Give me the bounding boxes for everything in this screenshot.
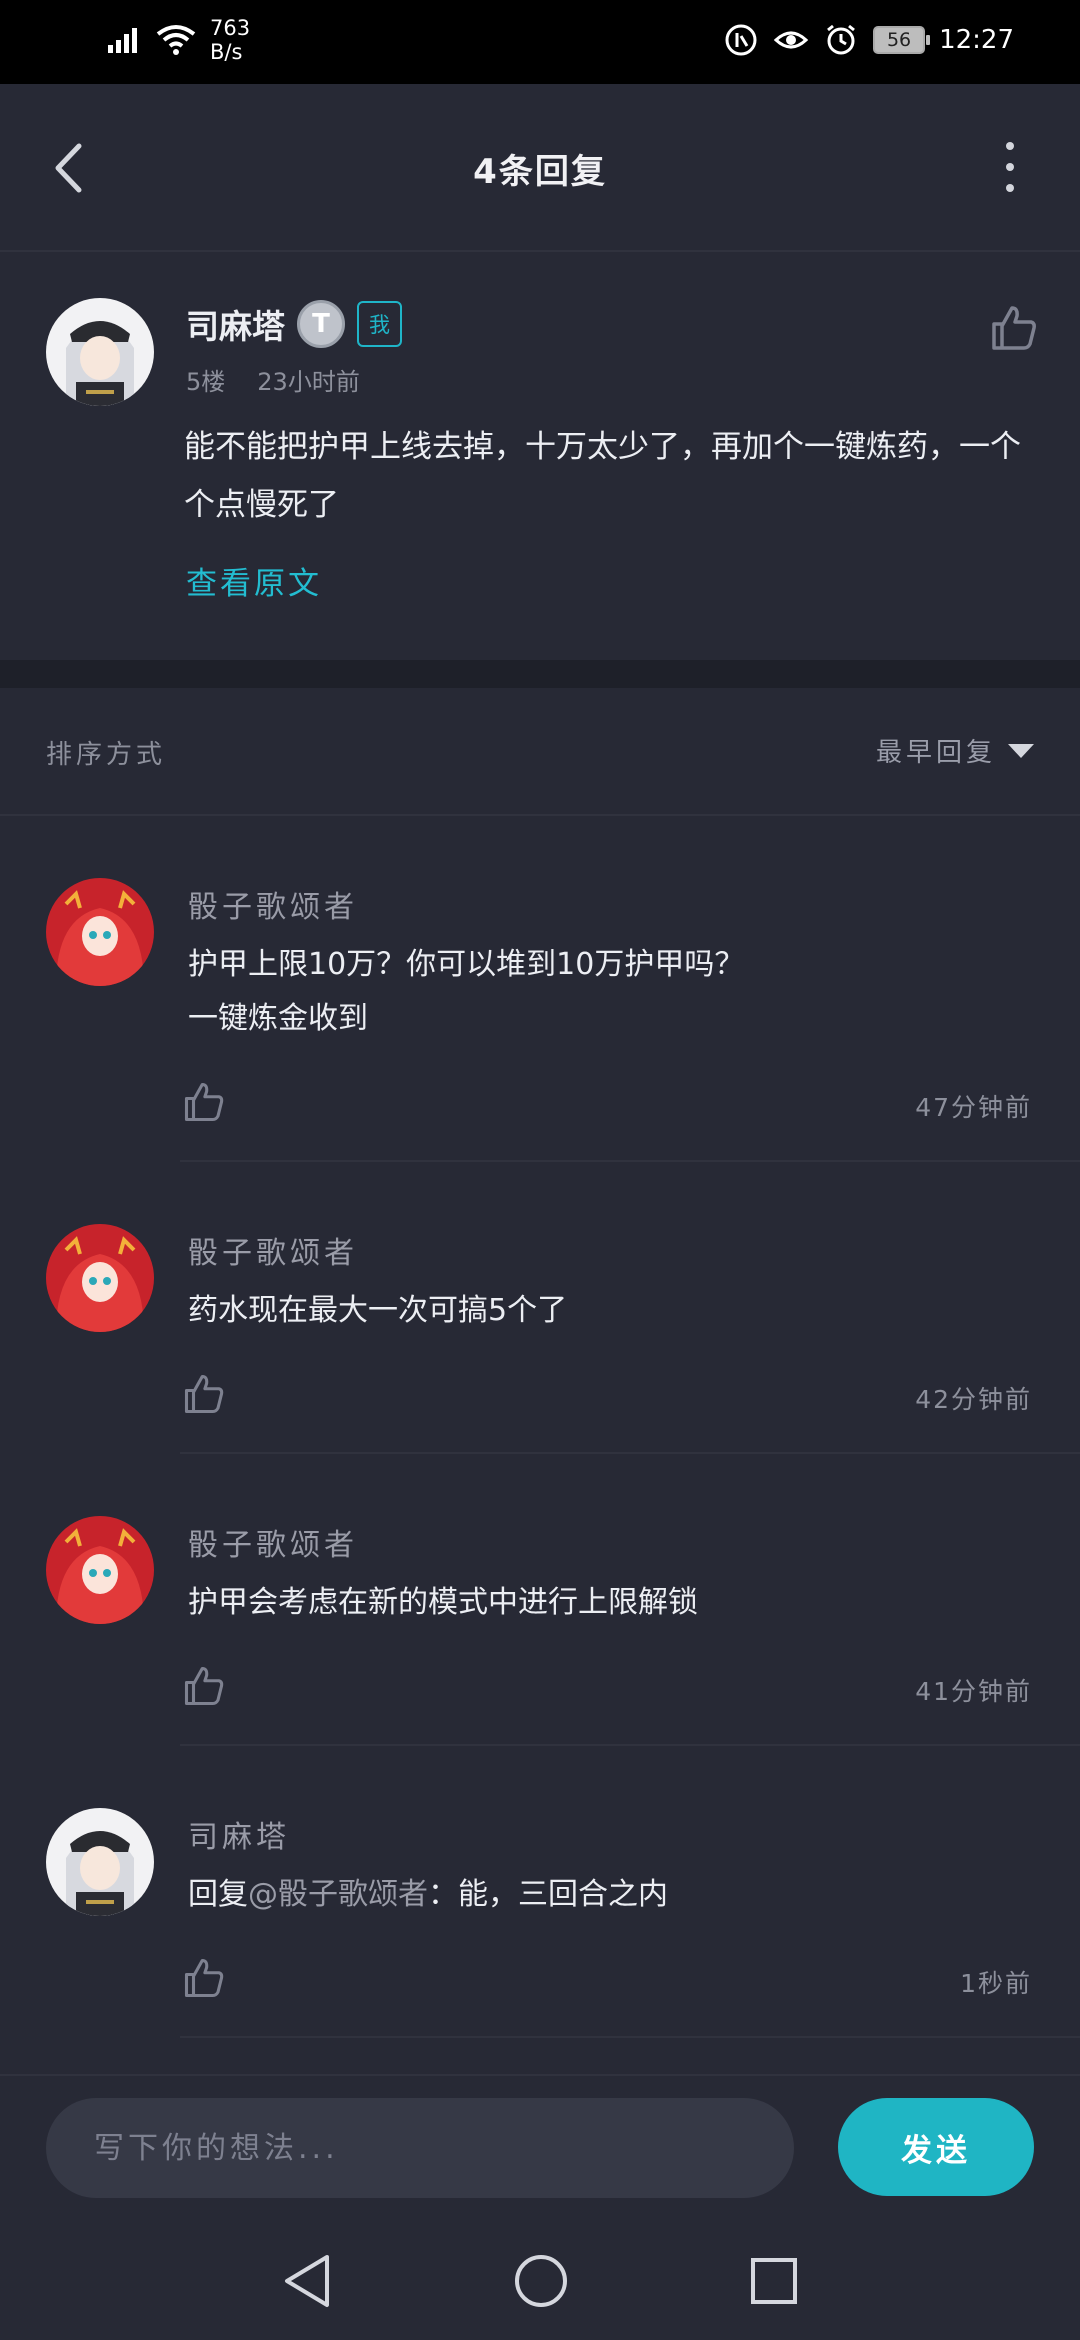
avatar[interactable] — [46, 1516, 154, 1624]
mention-link[interactable]: @骰子歌颂者 — [248, 1877, 428, 1912]
nav-recents-icon[interactable] — [749, 2256, 799, 2306]
status-bar: 763 B/s 56 12:27 — [0, 0, 1080, 84]
reply-time: 42分钟前 — [915, 1385, 1032, 1414]
reply-text: 回复@骰子歌颂者：能，三回合之内 — [188, 1868, 1048, 1922]
nav-back-icon[interactable] — [281, 2253, 333, 2309]
reply-input[interactable] — [46, 2098, 794, 2198]
network-speed: 763 B/s — [210, 16, 250, 64]
eye-comfort-icon — [773, 31, 809, 49]
reply-item: 骰子歌颂者 护甲会考虑在新的模式中进行上限解锁 41分钟前 — [0, 1454, 1080, 1746]
reply-text: 护甲上限10万？你可以堆到10万护甲吗？ 一键炼金收到 — [188, 938, 1048, 1046]
compose-bar: 发送 — [0, 2074, 1080, 2222]
section-separator — [0, 660, 1080, 688]
reply-text: 药水现在最大一次可搞5个了 — [188, 1284, 1048, 1338]
caret-down-icon — [1008, 743, 1034, 758]
reply-item: 骰子歌颂者 药水现在最大一次可搞5个了 42分钟前 — [0, 1162, 1080, 1454]
reply-line: 护甲会考虑在新的模式中进行上限解锁 — [188, 1585, 698, 1620]
avatar[interactable] — [46, 1808, 154, 1916]
avatar[interactable] — [46, 1224, 154, 1332]
sort-bar: 排序方式 最早回复 — [0, 688, 1080, 816]
network-speed-unit: B/s — [210, 40, 243, 64]
avatar-image — [46, 298, 154, 406]
reply-line: ：能，三回合之内 — [428, 1877, 668, 1912]
top-app-bar: 4条回复 — [0, 84, 1080, 252]
more-options-button[interactable] — [1000, 142, 1020, 192]
reply-time: 47分钟前 — [915, 1093, 1032, 1122]
thumbs-up-icon — [184, 1374, 224, 1414]
avatar-image — [46, 1808, 154, 1916]
avatar[interactable] — [46, 878, 154, 986]
comment-text: 能不能把护甲上线去掉，十万太少了，再加个一键炼药，一个个点慢死了 — [184, 429, 1021, 523]
reply-line: 药水现在最大一次可搞5个了 — [188, 1293, 568, 1328]
thumbs-up-icon — [184, 1082, 224, 1122]
avatar-image — [46, 1516, 154, 1624]
wifi-icon — [156, 25, 196, 55]
sort-selected: 最早回复 — [875, 738, 996, 768]
like-button[interactable] — [984, 298, 1044, 358]
system-nav-bar — [0, 2222, 1080, 2340]
reply-item: 骰子歌颂者 护甲上限10万？你可以堆到10万护甲吗？ 一键炼金收到 47分钟前 — [0, 816, 1080, 1162]
author-name[interactable]: 司麻塔 — [186, 300, 285, 348]
divider — [180, 2036, 1080, 2038]
thumbs-up-icon — [992, 306, 1036, 350]
more-vertical-icon — [1006, 142, 1014, 150]
reply-prefix: 回复 — [188, 1877, 248, 1912]
sort-label: 排序方式 — [46, 740, 167, 770]
author-row: 司麻塔 T 我 — [186, 300, 402, 348]
page-title: 4条回复 — [473, 152, 607, 192]
author-name[interactable]: 骰子歌颂者 — [188, 1228, 358, 1272]
reply-line: 护甲上限10万？你可以堆到10万护甲吗？ — [188, 947, 745, 982]
floor-number: 5楼 — [186, 368, 226, 396]
post-time: 23小时前 — [257, 368, 360, 396]
reply-time: 1秒前 — [960, 1969, 1032, 1998]
network-speed-value: 763 — [210, 16, 251, 40]
reply-item: 司麻塔 回复@骰子歌颂者：能，三回合之内 1秒前 — [0, 1746, 1080, 2038]
author-name[interactable]: 骰子歌颂者 — [188, 1520, 358, 1564]
like-button[interactable] — [180, 1078, 228, 1126]
avatar-image — [46, 1224, 154, 1332]
nav-home-icon[interactable] — [513, 2253, 569, 2309]
send-button[interactable]: 发送 — [838, 2098, 1034, 2196]
reply-text: 护甲会考虑在新的模式中进行上限解锁 — [188, 1576, 1048, 1630]
signal-icon — [108, 28, 137, 53]
me-tag: 我 — [357, 301, 402, 347]
status-time: 12:27 — [939, 25, 1014, 55]
data-saver-icon — [725, 24, 757, 56]
reply-time: 41分钟前 — [915, 1677, 1032, 1706]
thumbs-up-icon — [184, 1958, 224, 1998]
battery-indicator: 56 — [873, 26, 931, 54]
post-meta: 5楼 23小时前 — [186, 362, 360, 397]
avatar-image — [46, 878, 154, 986]
thumbs-up-icon — [184, 1666, 224, 1706]
more-dot — [1006, 163, 1014, 171]
more-dot — [1006, 184, 1014, 192]
author-name[interactable]: 骰子歌颂者 — [188, 882, 358, 926]
author-name[interactable]: 司麻塔 — [188, 1812, 290, 1856]
reply-line: 一键炼金收到 — [188, 1001, 368, 1036]
alarm-icon — [827, 24, 855, 55]
view-original-link[interactable]: 查看原文 — [186, 558, 322, 603]
like-button[interactable] — [180, 1954, 228, 2002]
level-badge: T — [297, 300, 345, 348]
sort-dropdown[interactable]: 最早回复 — [876, 732, 1034, 769]
avatar[interactable] — [46, 298, 154, 406]
like-button[interactable] — [180, 1662, 228, 1710]
like-button[interactable] — [180, 1370, 228, 1418]
original-comment: 司麻塔 T 我 5楼 23小时前 能不能把护甲上线去掉，十万太少了，再加个一键炼… — [0, 252, 1080, 660]
